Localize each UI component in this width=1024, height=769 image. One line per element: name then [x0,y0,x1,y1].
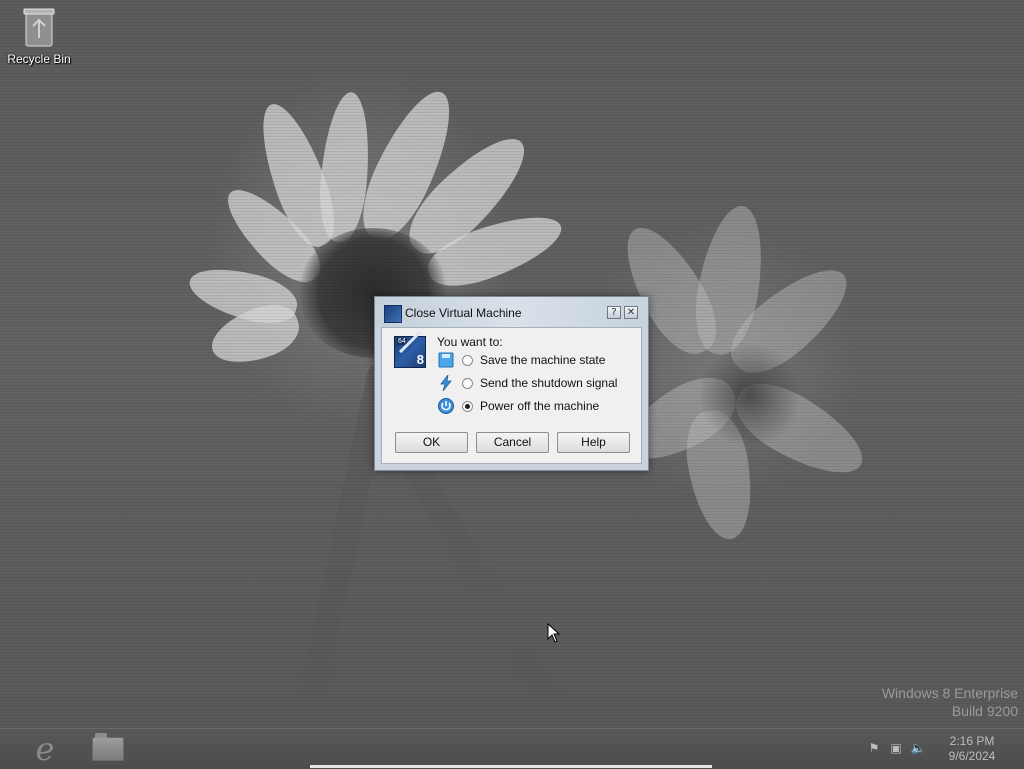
recycle-bin-shortcut[interactable]: Recycle Bin [4,6,74,66]
help-title-button[interactable]: ? [607,306,621,319]
save-state-radio[interactable] [462,354,473,366]
network-icon[interactable]: ▣ [888,741,904,755]
option-save-state[interactable]: Save the machine state [438,350,605,370]
wallpaper-stem [389,435,577,728]
shutdown-signal-label: Send the shutdown signal [480,376,618,390]
taskbar-internet-explorer[interactable]: e [27,733,63,765]
dialog-prompt: You want to: [437,335,503,349]
cancel-button[interactable]: Cancel [476,432,549,453]
ok-button[interactable]: OK [395,432,468,453]
close-vm-dialog: Close Virtual Machine ? ✕ 64 8 You want t… [374,296,649,471]
power-off-radio[interactable] [462,400,473,412]
volume-icon[interactable]: 🔈 [910,741,926,755]
option-power-off[interactable]: Power off the machine [438,396,599,416]
lightning-icon [438,375,454,391]
help-button[interactable]: Help [557,432,630,453]
close-title-button[interactable]: ✕ [624,306,638,319]
taskbar-file-explorer[interactable] [90,733,126,765]
watermark-edition: Windows 8 Enterprise [881,685,1018,701]
wallpaper-flower-center [700,340,800,450]
recycle-bin-label: Recycle Bin [7,52,71,66]
system-tray: ⚑ ▣ 🔈 2:16 PM 9/6/2024 [854,729,1024,769]
dialog-body: 64 8 You want to: Save the machine state … [381,327,642,464]
system-clock[interactable]: 2:16 PM 9/6/2024 [942,734,1002,764]
folder-icon [92,733,124,761]
shutdown-signal-radio[interactable] [462,377,473,389]
recycle-bin-icon [22,6,56,48]
action-center-flag-icon[interactable]: ⚑ [866,741,882,755]
clock-date: 9/6/2024 [948,749,996,763]
power-icon [438,398,454,414]
taskbar: e ⚑ ▣ 🔈 2:16 PM 9/6/2024 [0,728,1024,769]
os-watermark: Windows 8 Enterprise Build 9200 [882,684,1018,720]
save-state-icon [438,352,454,368]
power-off-label: Power off the machine [480,399,600,413]
virtualbox-icon [384,305,402,323]
clock-time: 2:16 PM [949,734,995,748]
mouse-cursor-icon [547,623,561,643]
option-shutdown-signal[interactable]: Send the shutdown signal [438,373,617,393]
watermark-build: Build 9200 [951,703,1018,719]
dialog-title: Close Virtual Machine [405,306,522,320]
save-state-label: Save the machine state [480,353,606,367]
windows8-64bit-os-icon: 64 8 [394,331,426,368]
dialog-titlebar[interactable]: Close Virtual Machine ? ✕ [375,297,648,327]
internet-explorer-icon: e [35,730,55,768]
